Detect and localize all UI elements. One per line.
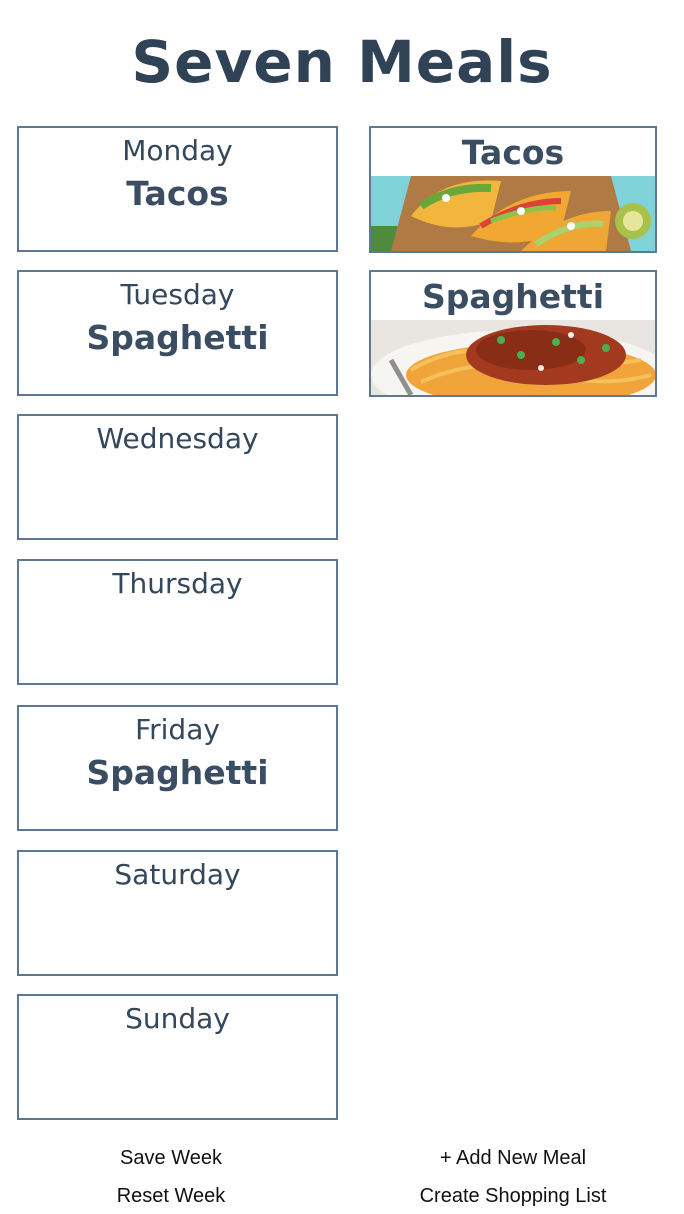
day-card-friday[interactable]: Friday Spaghetti (17, 705, 338, 831)
day-card-sunday[interactable]: Sunday (17, 994, 338, 1120)
day-card-thursday[interactable]: Thursday (17, 559, 338, 685)
meal-name: Spaghetti (421, 277, 604, 316)
reset-week-button[interactable]: Reset Week (91, 1185, 251, 1208)
app-title: Seven Meals (131, 28, 553, 96)
save-week-button[interactable]: Save Week (91, 1147, 251, 1170)
spaghetti-photo (371, 320, 655, 395)
day-name: Saturday (114, 858, 241, 891)
day-card-saturday[interactable]: Saturday (17, 850, 338, 976)
create-shopping-list-button[interactable]: Create Shopping List (403, 1185, 623, 1208)
day-meal: Spaghetti (86, 753, 269, 792)
tacos-photo (371, 176, 655, 251)
add-meal-button[interactable]: + Add New Meal (403, 1147, 623, 1170)
day-name: Tuesday (120, 278, 235, 311)
day-name: Monday (122, 134, 233, 167)
day-name: Thursday (112, 567, 243, 600)
day-name: Sunday (125, 1002, 230, 1035)
day-meal: Spaghetti (86, 318, 269, 357)
meal-name: Tacos (461, 133, 565, 172)
day-meal: Tacos (126, 174, 229, 213)
day-name: Friday (135, 713, 220, 746)
day-card-tuesday[interactable]: Tuesday Spaghetti (17, 270, 338, 396)
day-card-monday[interactable]: Monday Tacos (17, 126, 338, 252)
day-card-wednesday[interactable]: Wednesday (17, 414, 338, 540)
meal-card-tacos[interactable]: Tacos (369, 126, 657, 253)
day-name: Wednesday (96, 422, 259, 455)
meal-card-spaghetti[interactable]: Spaghetti (369, 270, 657, 397)
